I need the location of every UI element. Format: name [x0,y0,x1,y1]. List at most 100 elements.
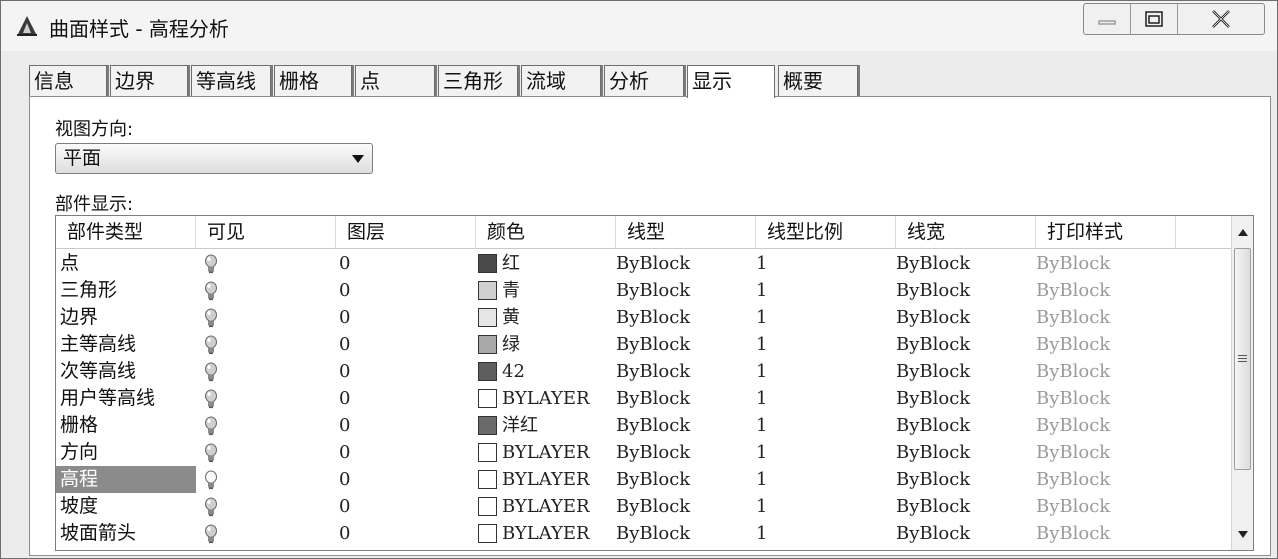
visibility-toggle[interactable] [196,304,336,331]
scroll-down-button[interactable] [1232,520,1253,548]
linetype-scale-cell[interactable]: 1 [756,466,896,493]
component-type[interactable]: 边界 [56,304,196,331]
table-row[interactable]: 高程 0 BYLAYER ByBlock 1 ByBlock ByBlock [56,466,1208,493]
layer-cell[interactable]: 0 [336,331,476,358]
table-row[interactable]: 边界 0 黄 ByBlock 1 ByBlock ByBlock [56,304,1208,331]
linetype-scale-cell[interactable]: 1 [756,277,896,304]
vertical-scrollbar[interactable] [1231,216,1253,550]
column-header[interactable]: 图层 [336,216,476,249]
scroll-thumb[interactable] [1234,248,1251,470]
visibility-toggle[interactable] [196,331,336,358]
layer-cell[interactable]: 0 [336,466,476,493]
color-cell[interactable]: BYLAYER [476,385,616,412]
lineweight-cell[interactable]: ByBlock [896,412,1036,439]
linetype-cell[interactable]: ByBlock [616,412,756,439]
column-header[interactable]: 颜色 [476,216,616,249]
column-header[interactable]: 部件类型 [56,216,196,249]
minimize-button[interactable] [1084,4,1131,34]
column-header[interactable]: 线宽 [896,216,1036,249]
component-type[interactable]: 坡度 [56,493,196,520]
linetype-cell[interactable]: ByBlock [616,385,756,412]
lineweight-cell[interactable]: ByBlock [896,331,1036,358]
layer-cell[interactable]: 0 [336,439,476,466]
component-type[interactable]: 高程 [56,466,196,493]
table-row[interactable]: 用户等高线 0 BYLAYER ByBlock 1 ByBlock ByBlock [56,385,1208,412]
layer-cell[interactable]: 0 [336,520,476,547]
column-header[interactable]: 线型比例 [756,216,896,249]
color-cell[interactable]: 42 [476,358,616,385]
linetype-scale-cell[interactable]: 1 [756,250,896,277]
visibility-toggle[interactable] [196,358,336,385]
layer-cell[interactable]: 0 [336,358,476,385]
color-cell[interactable]: BYLAYER [476,439,616,466]
color-cell[interactable]: 青 [476,277,616,304]
linetype-scale-cell[interactable]: 1 [756,520,896,547]
linetype-cell[interactable]: ByBlock [616,304,756,331]
visibility-toggle[interactable] [196,439,336,466]
column-header[interactable]: 线型 [616,216,756,249]
tab-4[interactable]: 点 [355,65,435,97]
lineweight-cell[interactable]: ByBlock [896,466,1036,493]
visibility-toggle[interactable] [196,466,336,493]
linetype-cell[interactable]: ByBlock [616,358,756,385]
tab-8[interactable]: 显示 [687,65,775,98]
column-header[interactable]: 可见 [196,216,336,249]
color-cell[interactable]: BYLAYER [476,493,616,520]
table-row[interactable]: 坡度 0 BYLAYER ByBlock 1 ByBlock ByBlock [56,493,1208,520]
table-row[interactable]: 坡面箭头 0 BYLAYER ByBlock 1 ByBlock ByBlock [56,520,1208,547]
component-type[interactable]: 坡面箭头 [56,520,196,547]
layer-cell[interactable]: 0 [336,493,476,520]
tab-5[interactable]: 三角形 [438,65,518,97]
component-type[interactable]: 次等高线 [56,358,196,385]
color-cell[interactable]: 黄 [476,304,616,331]
tab-7[interactable]: 分析 [604,65,684,97]
linetype-scale-cell[interactable]: 1 [756,385,896,412]
linetype-cell[interactable]: ByBlock [616,331,756,358]
lineweight-cell[interactable]: ByBlock [896,493,1036,520]
table-row[interactable]: 点 0 红 ByBlock 1 ByBlock ByBlock [56,250,1208,277]
linetype-scale-cell[interactable]: 1 [756,358,896,385]
layer-cell[interactable]: 0 [336,385,476,412]
table-row[interactable]: 主等高线 0 绿 ByBlock 1 ByBlock ByBlock [56,331,1208,358]
layer-cell[interactable]: 0 [336,277,476,304]
tab-3[interactable]: 栅格 [274,65,352,97]
linetype-cell[interactable]: ByBlock [616,493,756,520]
component-type[interactable]: 用户等高线 [56,385,196,412]
layer-cell[interactable]: 0 [336,412,476,439]
component-type[interactable]: 栅格 [56,412,196,439]
close-button[interactable] [1178,4,1264,34]
color-cell[interactable]: 红 [476,250,616,277]
linetype-scale-cell[interactable]: 1 [756,331,896,358]
linetype-scale-cell[interactable]: 1 [756,304,896,331]
component-type[interactable]: 方向 [56,439,196,466]
visibility-toggle[interactable] [196,493,336,520]
lineweight-cell[interactable]: ByBlock [896,439,1036,466]
component-type[interactable]: 三角形 [56,277,196,304]
tab-6[interactable]: 流域 [521,65,601,97]
tab-9[interactable]: 概要 [778,65,858,97]
layer-cell[interactable]: 0 [336,304,476,331]
linetype-scale-cell[interactable]: 1 [756,439,896,466]
visibility-toggle[interactable] [196,412,336,439]
color-cell[interactable]: BYLAYER [476,520,616,547]
visibility-toggle[interactable] [196,385,336,412]
lineweight-cell[interactable]: ByBlock [896,358,1036,385]
linetype-cell[interactable]: ByBlock [616,520,756,547]
lineweight-cell[interactable]: ByBlock [896,277,1036,304]
linetype-cell[interactable]: ByBlock [616,466,756,493]
component-type[interactable]: 点 [56,250,196,277]
lineweight-cell[interactable]: ByBlock [896,520,1036,547]
table-row[interactable]: 栅格 0 洋红 ByBlock 1 ByBlock ByBlock [56,412,1208,439]
lineweight-cell[interactable]: ByBlock [896,250,1036,277]
lineweight-cell[interactable]: ByBlock [896,385,1036,412]
tab-0[interactable]: 信息 [29,65,107,97]
table-row[interactable]: 方向 0 BYLAYER ByBlock 1 ByBlock ByBlock [56,439,1208,466]
component-type[interactable]: 主等高线 [56,331,196,358]
table-row[interactable]: 三角形 0 青 ByBlock 1 ByBlock ByBlock [56,277,1208,304]
color-cell[interactable]: BYLAYER [476,466,616,493]
view-direction-select[interactable]: 平面 [55,143,373,174]
linetype-cell[interactable]: ByBlock [616,250,756,277]
linetype-cell[interactable]: ByBlock [616,439,756,466]
linetype-scale-cell[interactable]: 1 [756,412,896,439]
visibility-toggle[interactable] [196,277,336,304]
